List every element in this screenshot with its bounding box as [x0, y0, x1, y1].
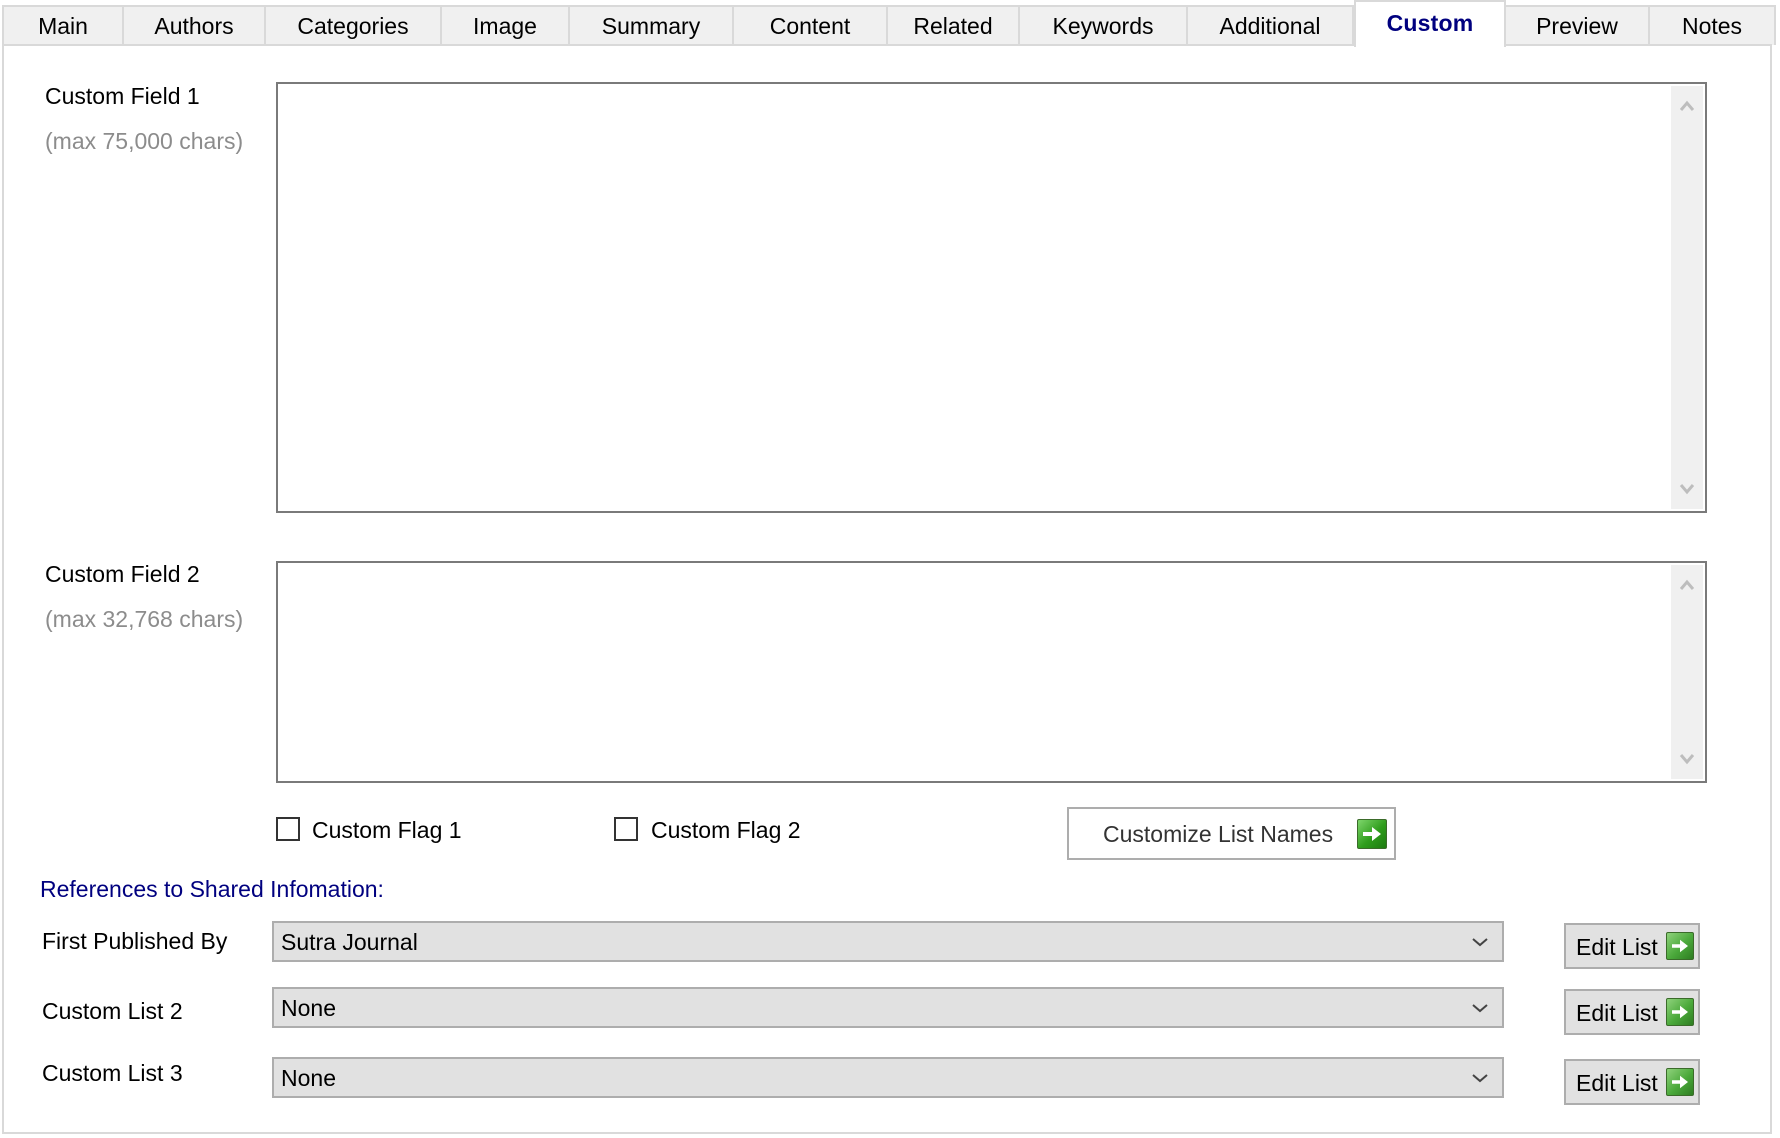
references-heading: References to Shared Infomation: [40, 876, 384, 902]
edit-list-label: Edit List [1576, 934, 1658, 960]
tab-content[interactable]: Content [734, 5, 888, 45]
scroll-down-icon[interactable] [1671, 745, 1703, 773]
green-arrow-right-icon [1666, 932, 1694, 960]
tab-preview[interactable]: Preview [1506, 5, 1650, 45]
custom-field-1-textarea[interactable] [276, 82, 1707, 513]
custom-field-1-hint: (max 75,000 chars) [45, 128, 244, 154]
tab-summary[interactable]: Summary [570, 5, 734, 45]
scroll-up-icon[interactable] [1671, 92, 1703, 120]
green-arrow-right-icon [1666, 998, 1694, 1026]
chevron-down-icon [1472, 1004, 1488, 1013]
custom-flag-2-checkbox[interactable] [614, 817, 638, 841]
custom-field-1-label: Custom Field 1 [45, 83, 200, 109]
edit-list-button-3[interactable]: Edit List [1564, 1059, 1700, 1105]
tab-related[interactable]: Related [888, 5, 1020, 45]
green-arrow-right-icon [1357, 819, 1387, 849]
edit-list-button-1[interactable]: Edit List [1564, 923, 1700, 969]
custom-list-2-label: Custom List 2 [42, 998, 183, 1024]
custom-list-2-dropdown[interactable]: None [272, 987, 1504, 1028]
scroll-up-icon[interactable] [1671, 571, 1703, 599]
custom-list-3-label: Custom List 3 [42, 1060, 183, 1086]
edit-list-button-2[interactable]: Edit List [1564, 989, 1700, 1035]
customize-list-names-label: Customize List Names [1103, 821, 1334, 847]
custom-flag-1-label[interactable]: Custom Flag 1 [312, 817, 462, 844]
custom-field-1-scrollbar[interactable] [1671, 86, 1703, 509]
custom-flag-2-label[interactable]: Custom Flag 2 [651, 817, 801, 844]
tab-keywords[interactable]: Keywords [1020, 5, 1188, 45]
tab-categories[interactable]: Categories [266, 5, 442, 45]
tab-main[interactable]: Main [2, 5, 124, 45]
tab-image[interactable]: Image [442, 5, 570, 45]
custom-flag-1-checkbox[interactable] [276, 817, 300, 841]
custom-list-2-value: None [281, 995, 336, 1021]
tab-strip: Main Authors Categories Image Summary Co… [0, 0, 1780, 47]
edit-list-label: Edit List [1576, 1070, 1658, 1096]
custom-field-2-label: Custom Field 2 [45, 561, 200, 587]
customize-list-names-button[interactable]: Customize List Names [1067, 807, 1396, 860]
tab-custom[interactable]: Custom [1354, 0, 1506, 47]
green-arrow-right-icon [1666, 1068, 1694, 1096]
custom-field-2-textarea[interactable] [276, 561, 1707, 783]
first-published-by-label: First Published By [42, 928, 228, 954]
tab-additional[interactable]: Additional [1188, 5, 1354, 45]
custom-field-2-hint: (max 32,768 chars) [45, 606, 244, 632]
custom-field-2-scrollbar[interactable] [1671, 565, 1703, 779]
first-published-by-dropdown[interactable]: Sutra Journal [272, 921, 1504, 962]
chevron-down-icon [1472, 938, 1488, 947]
custom-list-3-value: None [281, 1065, 336, 1091]
first-published-by-value: Sutra Journal [281, 929, 418, 955]
chevron-down-icon [1472, 1074, 1488, 1083]
scroll-down-icon[interactable] [1671, 475, 1703, 503]
tab-notes[interactable]: Notes [1650, 5, 1776, 45]
tab-authors[interactable]: Authors [124, 5, 266, 45]
custom-list-3-dropdown[interactable]: None [272, 1057, 1504, 1098]
edit-list-label: Edit List [1576, 1000, 1658, 1026]
